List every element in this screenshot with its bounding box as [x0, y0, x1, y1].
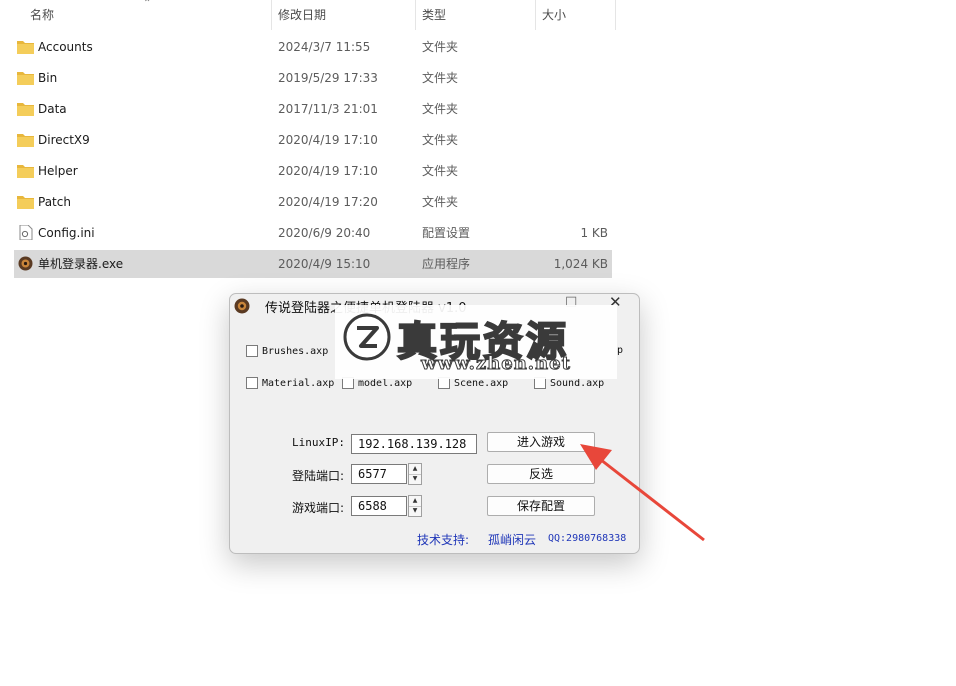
file-row-bin[interactable]: Bin 2019/5/29 17:33 文件夹	[14, 64, 612, 92]
checkbox-box[interactable]	[246, 377, 258, 389]
file-name: DirectX9	[38, 133, 90, 147]
game-port-input[interactable]: 6588	[351, 496, 407, 516]
checkbox-label: Material.axp	[262, 377, 335, 389]
file-row-accounts[interactable]: Accounts 2024/3/7 11:55 文件夹	[14, 33, 612, 61]
checkbox-partial[interactable]: p	[617, 345, 623, 356]
file-row-directx9[interactable]: DirectX9 2020/4/19 17:10 文件夹	[14, 126, 612, 154]
file-date: 2020/4/19 17:10	[278, 164, 378, 178]
file-date: 2017/11/3 21:01	[278, 102, 378, 116]
watermark-logo-icon	[343, 313, 391, 361]
checkbox-material[interactable]: Material.axp	[246, 377, 334, 389]
checkbox-label: p	[617, 345, 624, 356]
column-header-row: 名称 ⌃ 修改日期 类型 大小	[0, 0, 620, 30]
support-name-link[interactable]: 孤峭闲云	[488, 531, 536, 548]
file-size: 1 KB	[580, 226, 608, 240]
folder-icon	[17, 196, 34, 209]
column-header-type[interactable]: 类型	[414, 0, 536, 30]
annotation-arrow-icon	[580, 444, 705, 542]
sort-ascending-icon: ⌃	[143, 0, 152, 9]
file-type: 配置设置	[422, 226, 471, 240]
file-name: 单机登录器.exe	[38, 257, 124, 271]
ini-file-icon	[19, 225, 33, 240]
checkbox-label: Sound.axp	[550, 377, 605, 389]
file-date: 2020/4/9 15:10	[278, 257, 371, 271]
file-type: 文件夹	[422, 71, 459, 85]
file-type: 应用程序	[422, 257, 471, 271]
file-date: 2019/5/29 17:33	[278, 71, 378, 85]
chevron-down-icon[interactable]: ▼	[409, 506, 421, 516]
app-icon	[234, 298, 250, 314]
login-port-input[interactable]: 6577	[351, 464, 407, 484]
support-label: 技术支持:	[417, 533, 470, 547]
file-name: Config.ini	[38, 226, 95, 240]
file-type: 文件夹	[422, 133, 459, 147]
file-size: 1,024 KB	[553, 257, 608, 271]
folder-icon	[17, 103, 34, 116]
game-port-label: 游戏端口:	[292, 501, 345, 515]
file-type: 文件夹	[422, 164, 459, 178]
login-port-stepper[interactable]: ▲ ▼	[408, 463, 422, 485]
folder-icon	[17, 72, 34, 85]
file-row-patch[interactable]: Patch 2020/4/19 17:20 文件夹	[14, 188, 612, 216]
file-row-data[interactable]: Data 2017/11/3 21:01 文件夹	[14, 95, 612, 123]
file-name: Patch	[38, 195, 71, 209]
folder-icon	[17, 41, 34, 54]
file-row-helper[interactable]: Helper 2020/4/19 17:10 文件夹	[14, 157, 612, 185]
checkbox-label: Brushes.axp	[262, 345, 329, 357]
login-port-label: 登陆端口:	[292, 469, 345, 483]
checkbox-box[interactable]	[246, 345, 258, 357]
file-row-launcher-exe[interactable]: 单机登录器.exe 2020/4/9 15:10 应用程序 1,024 KB	[14, 250, 612, 278]
column-header-modified[interactable]: 修改日期	[270, 0, 416, 30]
file-type: 文件夹	[422, 195, 459, 209]
linux-ip-input[interactable]: 192.168.139.128	[351, 434, 477, 454]
watermark-url-text: www.zhen.net	[421, 353, 571, 375]
checkbox-label: Scene.axp	[454, 377, 509, 389]
checkbox-label: model.axp	[358, 377, 413, 389]
file-date: 2020/4/19 17:20	[278, 195, 378, 209]
file-name: Accounts	[38, 40, 93, 54]
file-date: 2020/4/19 17:10	[278, 133, 378, 147]
linux-ip-label: LinuxIP:	[292, 436, 345, 449]
file-type: 文件夹	[422, 102, 459, 116]
column-header-size[interactable]: 大小	[534, 0, 616, 30]
file-row-config-ini[interactable]: Config.ini 2020/6/9 20:40 配置设置 1 KB	[14, 219, 612, 247]
file-name: Bin	[38, 71, 58, 85]
folder-icon	[17, 134, 34, 147]
file-date: 2020/6/9 20:40	[278, 226, 371, 240]
folder-icon	[17, 165, 34, 178]
app-exe-icon	[18, 256, 33, 271]
chevron-down-icon[interactable]: ▼	[409, 474, 421, 484]
game-port-stepper[interactable]: ▲ ▼	[408, 495, 422, 517]
file-name: Helper	[38, 164, 78, 178]
file-type: 文件夹	[422, 40, 459, 54]
watermark: 真玩资源 www.zhen.net	[335, 305, 617, 379]
checkbox-brushes[interactable]: Brushes.axp	[246, 345, 328, 357]
file-date: 2024/3/7 11:55	[278, 40, 371, 54]
file-name: Data	[38, 102, 67, 116]
